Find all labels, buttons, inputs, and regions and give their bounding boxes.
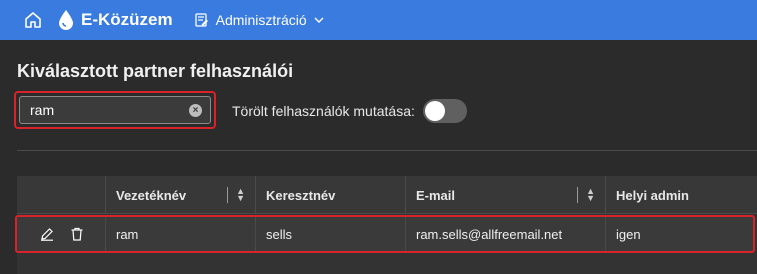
search-box[interactable]: × [19, 96, 211, 124]
users-table: Vezetéknév ▲ ▼ Keresztnév E-mail ▲ ▼ Helyi… [15, 176, 757, 274]
clear-icon[interactable]: × [189, 104, 202, 117]
admin-menu[interactable]: Adminisztráció [194, 12, 324, 28]
edit-icon[interactable] [39, 226, 55, 242]
admin-icon [194, 13, 208, 27]
search-input[interactable] [30, 102, 180, 118]
show-deleted-toggle-row: Törölt felhasználók mutatása: [232, 99, 467, 123]
column-header-first-name[interactable]: Keresztnév [255, 176, 405, 214]
main-content: Kiválasztott partner felhasználói × Törö… [0, 40, 757, 274]
cell-local-admin: igen [605, 217, 751, 251]
cell-email: ram.sells@allfreemail.net [405, 217, 605, 251]
table-row[interactable]: ram sells ram.sells@allfreemail.net igen [15, 215, 755, 253]
column-header-email[interactable]: E-mail ▲ ▼ [405, 176, 605, 214]
cell-first-name: sells [255, 217, 405, 251]
chevron-down-icon [314, 17, 324, 23]
row-actions [17, 217, 105, 251]
home-button[interactable] [18, 5, 48, 35]
cell-last-name: ram [105, 217, 255, 251]
table-header: Vezetéknév ▲ ▼ Keresztnév E-mail ▲ ▼ Helyi… [17, 176, 757, 214]
toggle-knob [424, 101, 445, 121]
admin-menu-label: Adminisztráció [215, 12, 307, 28]
column-separator [577, 187, 578, 203]
sort-icon[interactable]: ▲ ▼ [236, 187, 245, 203]
show-deleted-toggle[interactable] [422, 99, 467, 123]
column-header-local-admin[interactable]: Helyi admin [605, 176, 751, 214]
page-title: Kiválasztott partner felhasználói [17, 61, 294, 81]
brand[interactable]: E-Közüzem [58, 9, 173, 31]
search-highlight: × [14, 91, 216, 129]
home-icon [25, 12, 41, 28]
column-header-last-name[interactable]: Vezetéknév ▲ ▼ [105, 176, 255, 214]
show-deleted-label: Törölt felhasználók mutatása: [232, 103, 415, 119]
divider [17, 150, 757, 151]
sort-icon[interactable]: ▲ ▼ [586, 187, 595, 203]
brand-name: E-Közüzem [81, 10, 173, 29]
top-navbar: E-Közüzem Adminisztráció [0, 0, 757, 40]
column-separator [227, 187, 228, 203]
delete-icon[interactable] [69, 226, 85, 242]
drop-icon [59, 10, 73, 30]
